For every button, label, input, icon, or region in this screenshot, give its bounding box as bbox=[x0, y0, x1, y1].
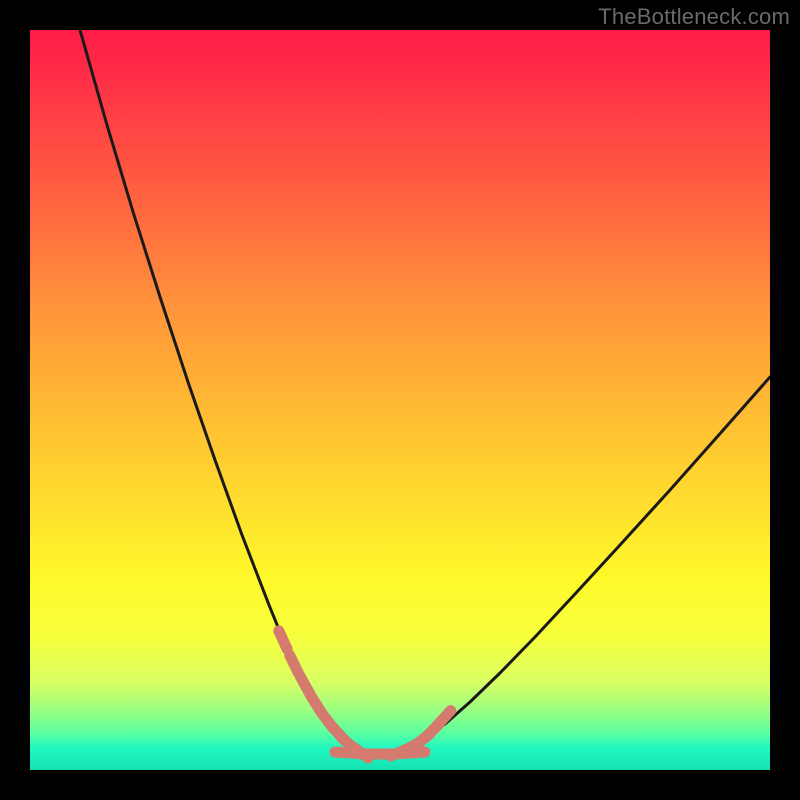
right-curve bbox=[395, 377, 770, 753]
plot-area bbox=[30, 30, 770, 770]
curve-layer bbox=[30, 30, 770, 770]
watermark-text: TheBottleneck.com bbox=[598, 4, 790, 30]
left-curve bbox=[80, 30, 365, 753]
chart-frame: TheBottleneck.com bbox=[0, 0, 800, 800]
left-tickmarks-seg bbox=[279, 631, 287, 649]
right-tickmarks-seg bbox=[437, 711, 451, 726]
left-tickmarks-seg bbox=[290, 655, 299, 673]
